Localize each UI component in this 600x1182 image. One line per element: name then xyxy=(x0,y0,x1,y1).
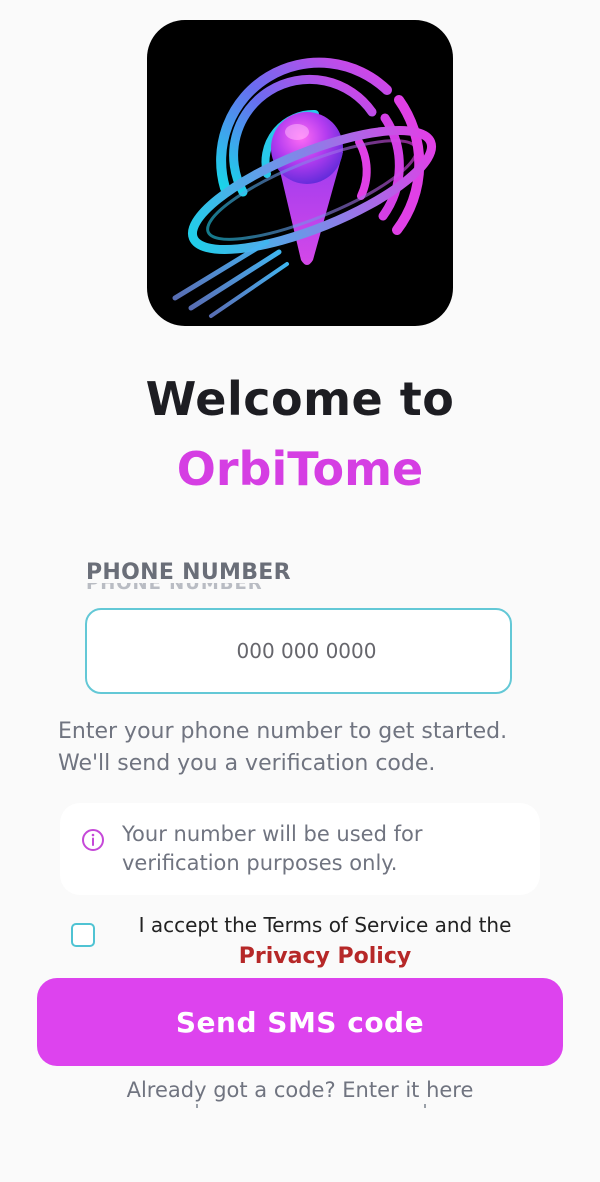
helper-line-2: We'll send you a verification code. xyxy=(58,751,436,776)
orbit-location-pin-icon xyxy=(172,57,437,318)
welcome-heading: Welcome to xyxy=(145,372,455,426)
helper-text: Enter your phone number to get started. … xyxy=(58,716,558,780)
terms-statement: I accept the Terms of Service and the xyxy=(138,913,512,937)
phone-label-ghost: PHONE NUMBER xyxy=(86,583,326,592)
send-sms-code-button[interactable]: Send SMS code xyxy=(37,978,563,1066)
info-line-2: verification purposes only. xyxy=(122,851,398,875)
helper-line-1: Enter your phone number to get started. xyxy=(58,719,508,744)
enter-code-link[interactable]: Already got a code? Enter it here xyxy=(0,1078,600,1102)
text-artifact-dot xyxy=(196,1104,198,1108)
phone-number-input[interactable] xyxy=(87,610,510,692)
info-line-1: Your number will be used for xyxy=(122,822,423,846)
phone-number-label: PHONE NUMBER xyxy=(86,560,291,585)
info-notice: Your number will be used for verificatio… xyxy=(60,803,540,895)
info-icon xyxy=(82,829,104,851)
terms-text: I accept the Terms of Service and the Pr… xyxy=(120,910,530,972)
phone-input-container[interactable] xyxy=(85,608,512,694)
privacy-policy-link[interactable]: Privacy Policy xyxy=(120,941,530,972)
app-logo xyxy=(147,20,453,326)
brand-name: OrbiTome xyxy=(176,442,424,496)
info-text: Your number will be used for verificatio… xyxy=(122,820,522,878)
text-artifact-dot xyxy=(424,1104,426,1108)
terms-checkbox[interactable] xyxy=(71,923,95,947)
